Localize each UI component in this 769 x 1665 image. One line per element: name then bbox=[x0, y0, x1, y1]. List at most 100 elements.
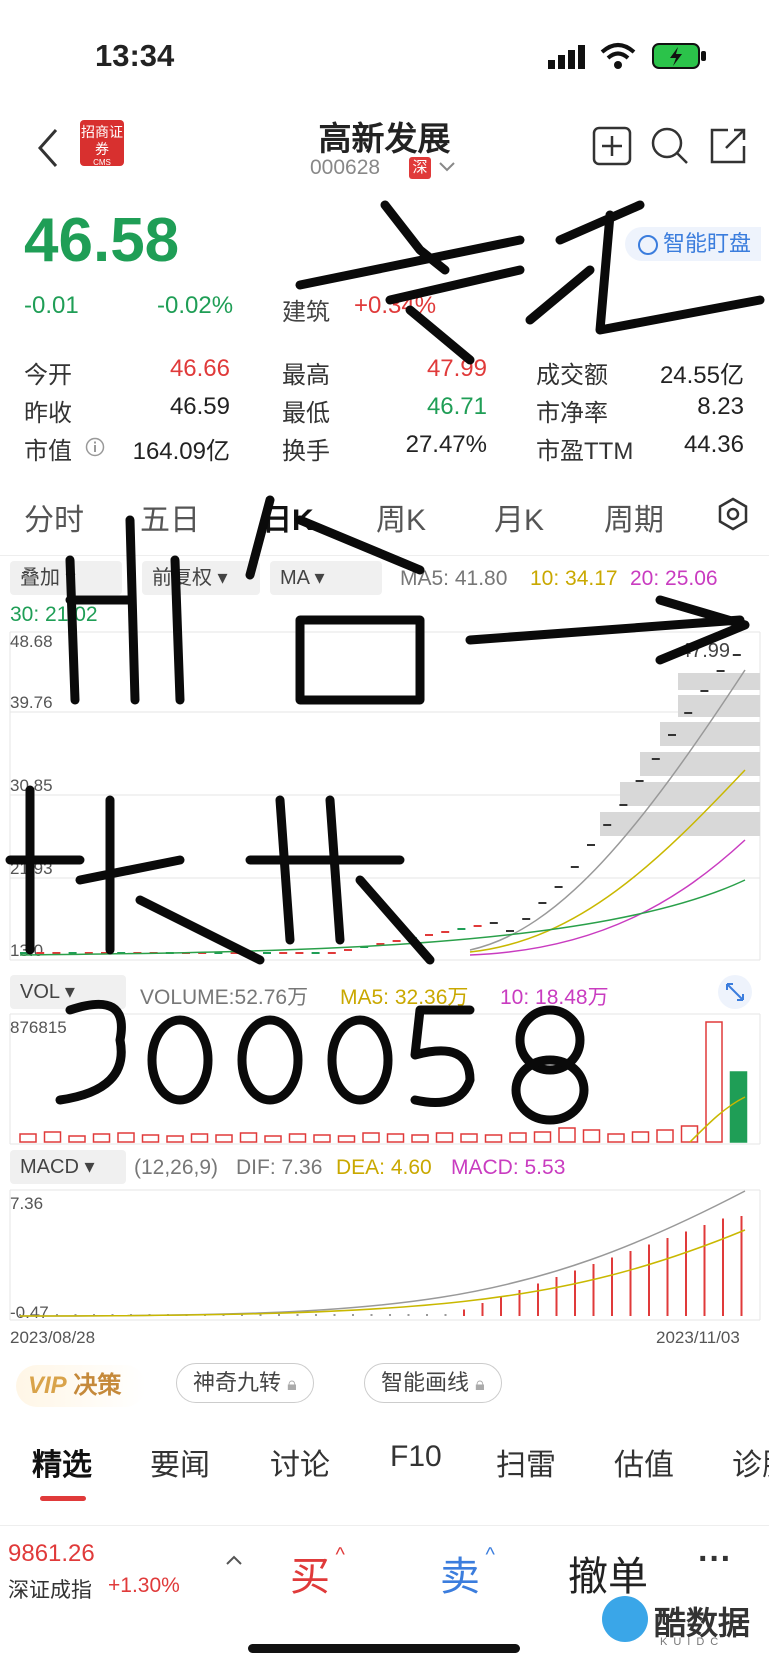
tab-daily-k[interactable]: 日K bbox=[262, 495, 314, 539]
chevron-down-icon[interactable] bbox=[438, 161, 456, 173]
smart-draw-label: 智能画线 bbox=[381, 1370, 470, 1395]
bottom-bar: 9861.26 深证成指 +1.30% 买 ^ 卖 ^ 撤单 ··· 酷数据 K… bbox=[0, 1525, 769, 1665]
dif-legend: DIF: 7.36 bbox=[236, 1156, 323, 1179]
chart-period-tabs: 分时 五日 日K 周K 月K 周期 bbox=[0, 495, 769, 545]
ytick-0: 48.68 bbox=[10, 632, 53, 651]
price-change: -0.01 bbox=[24, 292, 79, 319]
quote-value: 47.99 bbox=[426, 355, 487, 382]
tab-monthly-k[interactable]: 月K bbox=[494, 495, 544, 539]
cancel-order-button[interactable]: 撤单 bbox=[568, 1544, 648, 1602]
candle bbox=[36, 952, 45, 954]
dea-legend: DEA: 4.60 bbox=[336, 1156, 432, 1179]
info-icon[interactable] bbox=[85, 437, 105, 457]
candle bbox=[635, 780, 644, 782]
volume-chart[interactable]: 876815 bbox=[0, 1012, 769, 1148]
battery-icon bbox=[652, 43, 706, 69]
tab-five-day[interactable]: 五日 bbox=[140, 495, 200, 539]
volume-bar bbox=[533, 1131, 552, 1143]
tab-intraday[interactable]: 分时 bbox=[24, 495, 84, 539]
vip-decision-button[interactable]: VIP 决策 bbox=[16, 1365, 146, 1407]
watch-icon bbox=[638, 235, 658, 255]
quote-label: 换手 bbox=[282, 438, 330, 465]
volume-bar bbox=[337, 1135, 356, 1143]
tab-f10[interactable]: F10 bbox=[390, 1440, 442, 1474]
chevron-up-icon[interactable] bbox=[225, 1554, 243, 1566]
content-tabs: 精选 要闻 讨论 F10 扫雷 估值 诊股 bbox=[0, 1440, 769, 1504]
vip-label: 决策 bbox=[73, 1372, 122, 1399]
date-start: 2023/08/28 bbox=[10, 1328, 96, 1347]
sell-button[interactable]: 卖 ^ bbox=[440, 1544, 495, 1602]
candle bbox=[20, 952, 28, 954]
macd-ymax: 7.36 bbox=[10, 1194, 43, 1213]
lock-icon: 🔒︎ bbox=[287, 1374, 297, 1394]
kline-chart[interactable]: 48.68 39.76 30.85 21.93 13.0 47.99 bbox=[0, 630, 769, 970]
overlay-chip[interactable]: 叠加 ▾ bbox=[10, 561, 122, 595]
candle bbox=[441, 931, 450, 933]
adjust-chip[interactable]: 前复权 ▾ bbox=[142, 561, 260, 595]
macd-chip[interactable]: MACD ▾ bbox=[10, 1150, 126, 1184]
chart-settings-icon[interactable] bbox=[716, 497, 750, 531]
vol-ma5-legend: MA5: 32.36万 bbox=[340, 986, 469, 1009]
ma20-legend: 20: 25.06 bbox=[630, 567, 718, 590]
tab-featured[interactable]: 精选 bbox=[32, 1440, 92, 1484]
tab-period[interactable]: 周期 bbox=[604, 495, 664, 539]
quote-value: 46.71 bbox=[426, 393, 487, 420]
quote-label: 今开 bbox=[24, 362, 72, 389]
quote-label: 最高 bbox=[282, 362, 330, 389]
candle bbox=[263, 952, 271, 954]
candle bbox=[246, 952, 255, 954]
tab-risk-scan[interactable]: 扫雷 bbox=[496, 1440, 556, 1484]
tab-diagnosis[interactable]: 诊股 bbox=[732, 1440, 769, 1484]
sector-pct: +0.34% bbox=[354, 292, 437, 319]
ma5-legend: MA5: 41.80 bbox=[400, 567, 508, 590]
vol-ma10-legend: 10: 18.48万 bbox=[500, 986, 609, 1009]
volume-bar bbox=[264, 1135, 282, 1143]
current-price: 46.58 bbox=[24, 206, 180, 275]
volume-bar bbox=[558, 1127, 576, 1143]
vol-chip[interactable]: VOL ▾ bbox=[10, 975, 126, 1009]
volume-bar bbox=[460, 1133, 478, 1143]
tab-weekly-k[interactable]: 周K bbox=[376, 495, 426, 539]
sector-name[interactable]: 建筑 bbox=[282, 292, 330, 327]
price-change-pct: -0.02% bbox=[157, 292, 234, 319]
tab-valuation[interactable]: 估值 bbox=[614, 1440, 674, 1484]
expand-icon[interactable] bbox=[717, 974, 753, 1010]
magic-nine-button[interactable]: 神奇九转 🔒︎ bbox=[176, 1363, 314, 1403]
volume-bar bbox=[362, 1132, 380, 1143]
ytick-2: 30.85 bbox=[10, 776, 53, 795]
volume-bar bbox=[656, 1129, 674, 1143]
ytick-3: 21.93 bbox=[10, 859, 53, 878]
more-button[interactable]: ··· bbox=[698, 1540, 732, 1579]
status-bar: 13:34 bbox=[0, 0, 769, 110]
candle bbox=[732, 654, 741, 656]
candle bbox=[311, 952, 320, 954]
tab-news[interactable]: 要闻 bbox=[150, 1440, 210, 1484]
volume-bar bbox=[386, 1133, 405, 1143]
volume-bar bbox=[729, 1071, 748, 1143]
volume-bar bbox=[239, 1132, 258, 1143]
macd-chart[interactable]: 7.36 -0.47 bbox=[0, 1188, 769, 1324]
tab-discussion[interactable]: 讨论 bbox=[270, 1440, 330, 1484]
volume-bar bbox=[607, 1133, 625, 1143]
active-tab-indicator bbox=[40, 1496, 86, 1501]
candle bbox=[716, 670, 725, 672]
ytick-4: 13.0 bbox=[10, 941, 43, 960]
ma-chip-label: MA bbox=[280, 567, 309, 589]
quote-label: 最低 bbox=[282, 400, 330, 427]
date-end: 2023/11/03 bbox=[656, 1328, 740, 1347]
candle bbox=[554, 886, 563, 888]
ma-chip[interactable]: MA ▾ bbox=[270, 561, 382, 595]
divider bbox=[0, 555, 769, 556]
buy-button[interactable]: 买 ^ bbox=[290, 1544, 345, 1602]
smart-draw-button[interactable]: 智能画线 🔒︎ bbox=[364, 1363, 502, 1403]
lock-icon: 🔒︎ bbox=[475, 1374, 485, 1394]
status-time: 13:34 bbox=[95, 38, 175, 73]
candle bbox=[603, 824, 612, 826]
quote-label: 市净率 bbox=[536, 400, 608, 427]
candle bbox=[700, 690, 709, 692]
stock-title: 高新发展 bbox=[318, 120, 451, 157]
dif-line bbox=[19, 1190, 746, 1317]
candle bbox=[327, 952, 336, 954]
volume-bar bbox=[484, 1134, 503, 1143]
overlay-chip-label: 叠加 bbox=[20, 567, 60, 589]
